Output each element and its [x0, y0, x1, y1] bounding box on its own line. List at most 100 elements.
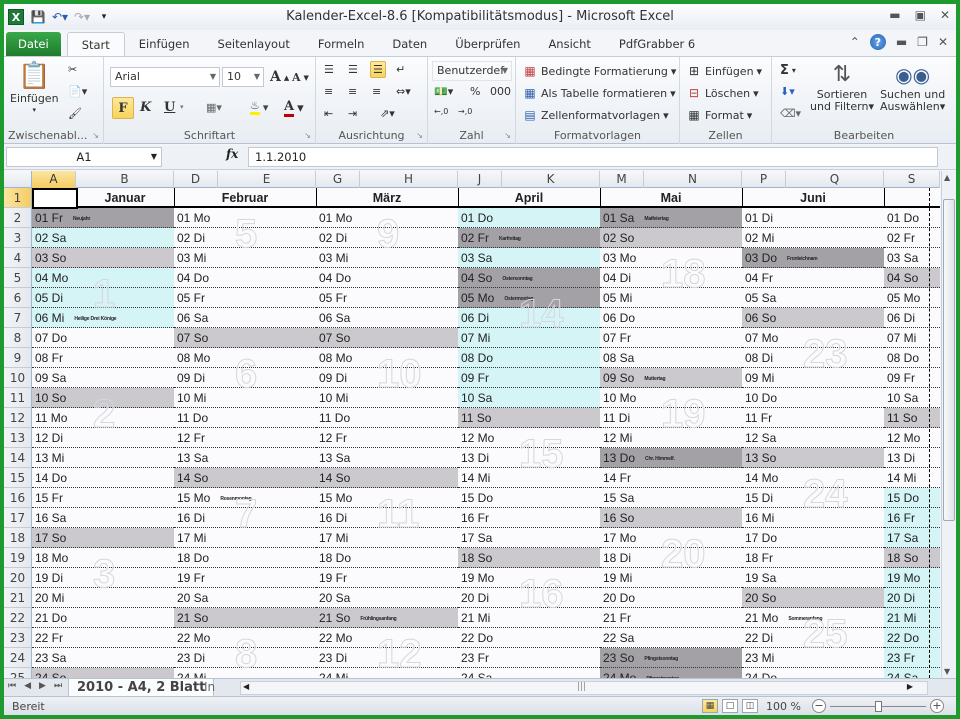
row-header-11[interactable]: 11 — [4, 388, 32, 408]
fill-icon[interactable]: ⬇▾ — [780, 85, 795, 98]
insert-cells-button[interactable]: ⊞ Einfügen ▾ — [686, 63, 762, 79]
month-header[interactable]: Juni — [742, 188, 884, 208]
day-cell[interactable]: 21 So Frühlingsanfang — [316, 608, 458, 628]
day-cell[interactable]: 01 Fr Neujahr — [32, 208, 174, 228]
day-cell[interactable]: 16 Di — [316, 508, 458, 528]
day-cell[interactable]: 04 Do — [174, 268, 316, 288]
day-cell[interactable]: 02 Sa — [32, 228, 174, 248]
day-cell[interactable]: 17 Sa — [458, 528, 600, 548]
row-header-19[interactable]: 19 — [4, 548, 32, 568]
day-cell[interactable]: 23 Fr — [884, 648, 940, 668]
dialog-launcher-icon[interactable]: ↘ — [304, 131, 311, 140]
day-cell[interactable]: 24 Sa — [458, 668, 600, 678]
day-cell[interactable]: 07 So — [174, 328, 316, 348]
month-header[interactable]: April — [458, 188, 600, 208]
day-cell[interactable]: 17 Mo — [600, 528, 742, 548]
find-select-button[interactable]: ◉◉ Suchen und Auswählen▾ — [880, 61, 945, 113]
row-header-7[interactable]: 7 — [4, 308, 32, 328]
day-cell[interactable]: 04 So — [884, 268, 940, 288]
day-cell[interactable]: 18 Do — [316, 548, 458, 568]
day-cell[interactable]: 03 Sa — [458, 248, 600, 268]
row-header-8[interactable]: 8 — [4, 328, 32, 348]
day-cell[interactable]: 11 Do — [174, 408, 316, 428]
horizontal-scrollbar[interactable]: ◀ ||| ▶ — [240, 681, 928, 695]
column-header-s[interactable]: S — [884, 171, 940, 188]
day-cell[interactable]: 13 Di — [884, 448, 940, 468]
day-cell[interactable]: 20 Do — [600, 588, 742, 608]
day-cell[interactable]: 21 Mo Sommeranfang — [742, 608, 884, 628]
month-header[interactable] — [884, 188, 940, 208]
column-header-j[interactable]: J — [458, 171, 502, 188]
customize-qat-icon[interactable]: ▾ — [96, 9, 112, 25]
tab-start[interactable]: Start — [66, 32, 125, 56]
column-header-b[interactable]: B — [76, 171, 174, 188]
day-cell[interactable]: 12 Di — [32, 428, 174, 448]
day-cell[interactable]: 04 Di — [600, 268, 742, 288]
dialog-launcher-icon[interactable]: ↘ — [416, 131, 423, 140]
vertical-scroll-thumb[interactable] — [943, 199, 955, 521]
zoom-slider-thumb[interactable] — [875, 701, 882, 712]
day-cell[interactable]: 13 Sa — [174, 448, 316, 468]
row-header-10[interactable]: 10 — [4, 368, 32, 388]
day-cell[interactable]: 23 Fr — [458, 648, 600, 668]
day-cell[interactable]: 05 Fr — [174, 288, 316, 308]
autosum-button[interactable]: Σ ▾ — [780, 63, 796, 78]
day-cell[interactable]: 01 Do — [458, 208, 600, 228]
day-cell[interactable]: 19 Mo — [458, 568, 600, 588]
active-cell-a1[interactable] — [32, 188, 78, 209]
orientation-icon[interactable]: ⇗▾ — [380, 107, 395, 120]
align-left-icon[interactable]: ≡ — [324, 85, 333, 98]
day-cell[interactable]: 17 Mi — [316, 528, 458, 548]
day-cell[interactable]: 07 Mi — [458, 328, 600, 348]
day-cell[interactable]: 11 So — [884, 408, 940, 428]
decrease-indent-icon[interactable]: ⇤ — [324, 107, 333, 120]
day-cell[interactable]: 02 So — [600, 228, 742, 248]
collapse-ribbon-icon[interactable]: ⌃ — [850, 35, 860, 49]
bold-button[interactable]: F — [112, 97, 134, 119]
spreadsheet-grid[interactable]: ABDEGHJKMNPQS 1 2 3 4 5 6 7 8 9 10 11 12 13 14 15 16 17 1… — [4, 171, 940, 678]
zoom-level[interactable]: 100 % — [766, 700, 801, 713]
day-cell[interactable]: 02 Fr Karfreitag — [458, 228, 600, 248]
day-cell[interactable]: 14 Mi — [884, 468, 940, 488]
day-cell[interactable]: 09 Sa — [32, 368, 174, 388]
day-cell[interactable]: 17 Do — [742, 528, 884, 548]
row-header-14[interactable]: 14 — [4, 448, 32, 468]
day-cell[interactable]: 18 Mo — [32, 548, 174, 568]
day-cell[interactable]: 08 Mo — [174, 348, 316, 368]
formula-input[interactable]: 1.1.2010 — [248, 147, 938, 167]
day-cell[interactable]: 05 Mo Ostermontag — [458, 288, 600, 308]
day-cell[interactable]: 15 Mo Rosenmontag — [174, 488, 316, 508]
workbook-restore-icon[interactable]: ❐ — [917, 35, 928, 49]
workbook-close-icon[interactable]: ✕ — [938, 35, 948, 49]
day-cell[interactable]: 03 Do Fronleichnam — [742, 248, 884, 268]
day-cell[interactable]: 12 Mo — [458, 428, 600, 448]
day-cell[interactable]: 21 Mi — [884, 608, 940, 628]
row-header-16[interactable]: 16 — [4, 488, 32, 508]
day-cell[interactable]: 07 Fr — [600, 328, 742, 348]
day-cell[interactable]: 08 Fr — [32, 348, 174, 368]
day-cell[interactable]: 16 Fr — [458, 508, 600, 528]
row-header-13[interactable]: 13 — [4, 428, 32, 448]
day-cell[interactable]: 17 So — [32, 528, 174, 548]
day-cell[interactable]: 04 So Ostersonntag — [458, 268, 600, 288]
day-cell[interactable]: 06 Sa — [174, 308, 316, 328]
format-as-table-button[interactable]: ▦ Als Tabelle formatieren ▾ — [522, 85, 675, 101]
day-cell[interactable]: 11 Mo — [32, 408, 174, 428]
row-header-24[interactable]: 24 — [4, 648, 32, 668]
day-cell[interactable]: 05 Mo — [884, 288, 940, 308]
day-cell[interactable]: 22 Do — [884, 628, 940, 648]
day-cell[interactable]: 20 So — [742, 588, 884, 608]
day-cell[interactable]: 21 So — [174, 608, 316, 628]
tab-überprüfen[interactable]: Überprüfen — [441, 32, 534, 56]
first-sheet-icon[interactable]: ⏮ — [8, 681, 16, 691]
day-cell[interactable]: 16 Fr — [884, 508, 940, 528]
day-cell[interactable]: 18 Di — [600, 548, 742, 568]
day-cell[interactable]: 10 Mi — [174, 388, 316, 408]
day-cell[interactable]: 19 Mo — [884, 568, 940, 588]
day-cell[interactable]: 01 Do — [884, 208, 940, 228]
day-cell[interactable]: 14 Do — [32, 468, 174, 488]
borders-icon[interactable]: ▦▾ — [206, 101, 222, 114]
day-cell[interactable]: 01 Mo — [174, 208, 316, 228]
row-header-1[interactable]: 1 — [4, 188, 32, 208]
font-color-icon[interactable]: A ▾ — [284, 99, 304, 117]
